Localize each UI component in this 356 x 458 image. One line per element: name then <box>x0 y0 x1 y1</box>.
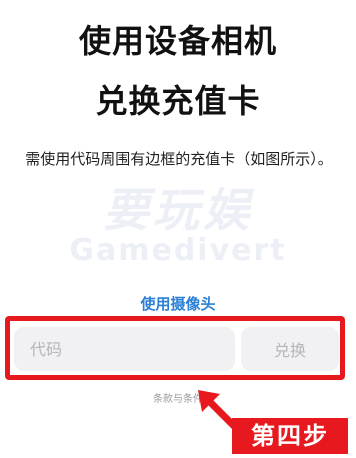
instruction-text: 需使用代码周围有边框的充值卡（如图所示）。 <box>25 150 333 168</box>
page-subtitle: 兑换充值卡 <box>95 82 261 120</box>
watermark: 要玩娱 Gamedivert <box>0 186 356 276</box>
redeem-button[interactable]: 兑换 <box>241 327 339 371</box>
terms-link[interactable]: 条款与条件 <box>0 390 356 405</box>
step-badge: 第四步 <box>232 418 348 454</box>
page-title: 使用设备相机 <box>78 22 277 60</box>
code-input[interactable] <box>14 327 235 371</box>
watermark-logo-text: 要玩娱 <box>103 183 253 237</box>
use-camera-link[interactable]: 使用摄像头 <box>0 293 356 314</box>
watermark-brand-text: Gamedivert <box>69 233 287 268</box>
